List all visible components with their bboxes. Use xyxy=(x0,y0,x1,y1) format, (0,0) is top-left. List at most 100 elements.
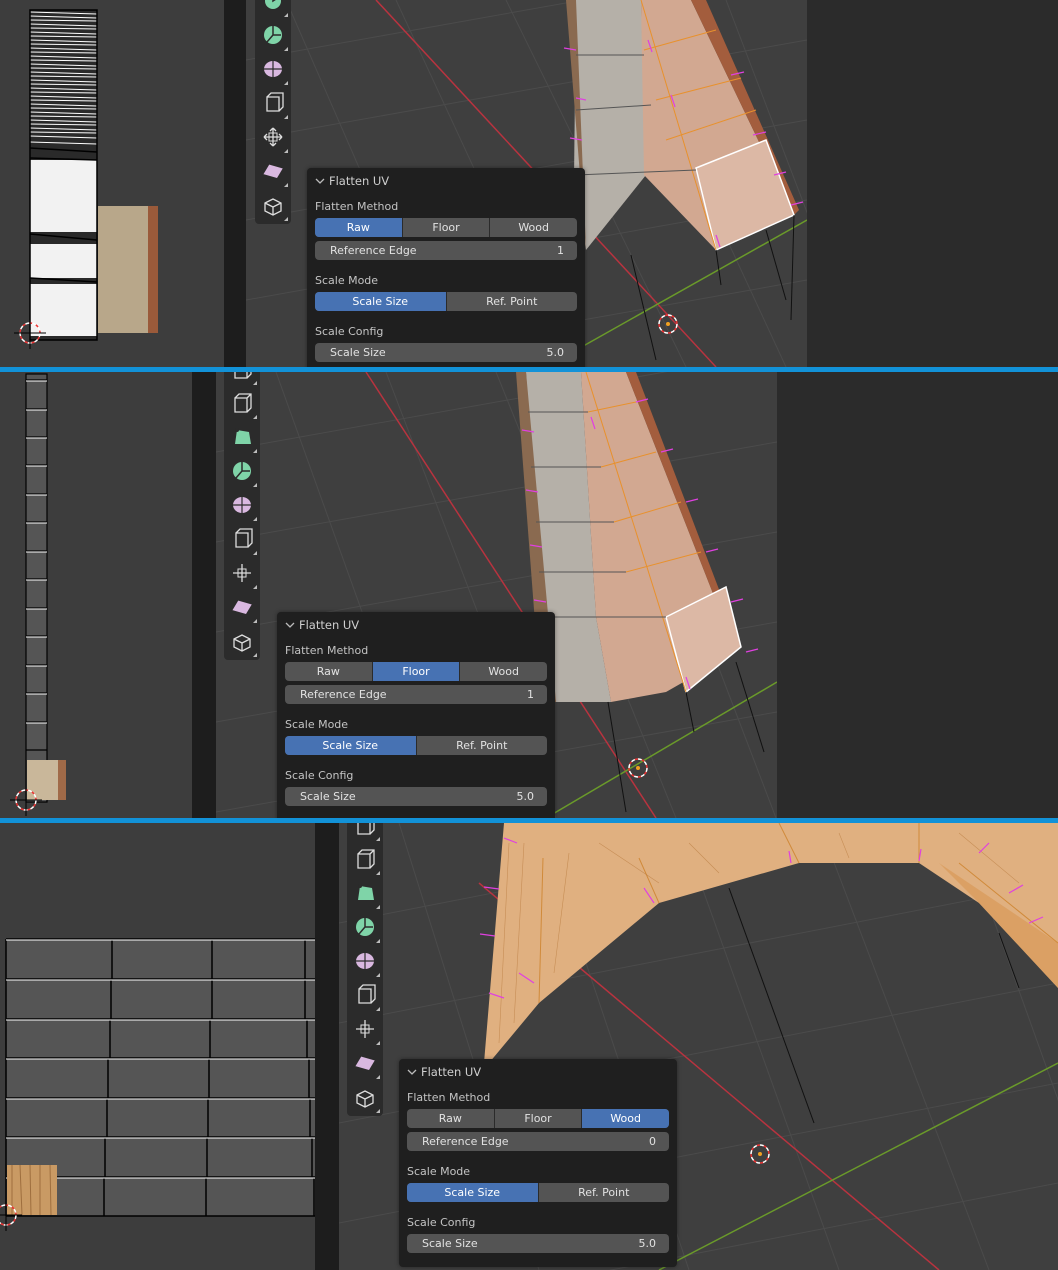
uv-editor[interactable] xyxy=(0,823,315,1270)
toolbar xyxy=(347,823,383,1116)
scale-size-value: 5.0 xyxy=(516,790,535,803)
tool-select-box[interactable] xyxy=(224,388,260,422)
tool-shrink-fatten[interactable] xyxy=(224,490,260,524)
smooth-icon xyxy=(231,460,253,486)
extrude-icon xyxy=(262,194,284,220)
scale-mode-selector: Scale Size Ref. Point xyxy=(407,1183,669,1202)
scale-mode-selector: Scale Size Ref. Point xyxy=(315,292,577,311)
tool-shrink-fatten[interactable] xyxy=(255,54,291,88)
tool-select-box[interactable] xyxy=(347,844,383,878)
scale-size-label: Scale Size xyxy=(422,1237,478,1250)
shear-icon xyxy=(261,160,285,186)
tool-spin[interactable] xyxy=(224,422,260,456)
tool-shear[interactable] xyxy=(347,1048,383,1082)
tool-edge-slide[interactable] xyxy=(255,88,291,122)
flatten-method-floor[interactable]: Floor xyxy=(372,662,461,681)
tool-rip-region[interactable] xyxy=(224,372,260,388)
reference-edge-field[interactable]: Reference Edge 0 xyxy=(407,1132,669,1151)
reference-edge-value: 0 xyxy=(649,1135,656,1148)
select-box-icon xyxy=(354,848,376,874)
flatten-method-selector: Raw Floor Wood xyxy=(285,662,547,681)
reference-edge-field[interactable]: Reference Edge 1 xyxy=(315,241,577,260)
scale-size-field[interactable]: Scale Size 5.0 xyxy=(315,343,577,362)
scale-mode-label: Scale Mode xyxy=(285,718,349,731)
toolbar xyxy=(255,0,291,224)
flatten-method-label: Flatten Method xyxy=(315,200,399,213)
tool-spin[interactable] xyxy=(347,878,383,912)
spin-icon xyxy=(231,426,253,452)
scale-mode-ref-point[interactable]: Ref. Point xyxy=(539,1183,670,1202)
tool-extrude[interactable] xyxy=(347,1082,383,1116)
flatten-method-label: Flatten Method xyxy=(407,1091,491,1104)
panel-header[interactable]: Flatten UV xyxy=(307,168,585,194)
area-divider[interactable] xyxy=(224,0,246,367)
push-pull-icon xyxy=(262,126,284,152)
shear-icon xyxy=(230,596,254,622)
tool-edge-slide[interactable] xyxy=(347,980,383,1014)
flatten-method-floor[interactable]: Floor xyxy=(403,218,491,237)
flatten-method-raw[interactable]: Raw xyxy=(285,662,373,681)
scale-size-label: Scale Size xyxy=(330,346,386,359)
tool-push-pull[interactable] xyxy=(255,122,291,156)
panel-header[interactable]: Flatten UV xyxy=(277,612,555,638)
scale-size-value: 5.0 xyxy=(638,1237,657,1250)
tool-edge-slide[interactable] xyxy=(224,524,260,558)
shrink-fatten-icon xyxy=(354,950,376,976)
uv-layout xyxy=(14,9,158,349)
tool-smooth[interactable] xyxy=(347,912,383,946)
screen-raw: Flatten UV Flatten Method Raw Floor Wood… xyxy=(0,0,1058,367)
edge-slide-icon xyxy=(262,92,284,118)
shrink-fatten-icon xyxy=(231,494,253,520)
panel-title: Flatten UV xyxy=(329,174,390,188)
tool-push-pull[interactable] xyxy=(347,1014,383,1048)
scale-size-field[interactable]: Scale Size 5.0 xyxy=(407,1234,669,1253)
scale-size-field[interactable]: Scale Size 5.0 xyxy=(285,787,547,806)
flatten-uv-panel: Flatten UV Flatten Method Raw Floor Wood… xyxy=(307,168,585,367)
scale-mode-scale-size[interactable]: Scale Size xyxy=(315,292,447,311)
flatten-method-wood[interactable]: Wood xyxy=(490,218,577,237)
area-divider[interactable] xyxy=(192,372,216,818)
tool-shrink-fatten[interactable] xyxy=(347,946,383,980)
chevron-down-icon xyxy=(285,618,295,632)
scale-mode-ref-point[interactable]: Ref. Point xyxy=(447,292,578,311)
uv-editor[interactable] xyxy=(0,372,192,818)
flatten-method-selector: Raw Floor Wood xyxy=(315,218,577,237)
scale-mode-scale-size[interactable]: Scale Size xyxy=(407,1183,539,1202)
reference-edge-label: Reference Edge xyxy=(422,1135,509,1148)
reference-edge-field[interactable]: Reference Edge 1 xyxy=(285,685,547,704)
panel-header[interactable]: Flatten UV xyxy=(399,1059,677,1085)
flatten-uv-panel: Flatten UV Flatten Method Raw Floor Wood… xyxy=(399,1059,677,1267)
tool-extrude[interactable] xyxy=(224,626,260,660)
area-divider[interactable] xyxy=(315,823,339,1270)
uv-editor[interactable] xyxy=(0,0,224,367)
right-area xyxy=(777,372,1058,818)
spin-icon xyxy=(354,882,376,908)
edge-slide-icon xyxy=(354,984,376,1010)
tool-smooth[interactable] xyxy=(255,20,291,54)
scale-size-label: Scale Size xyxy=(300,790,356,803)
tool-rip-region[interactable] xyxy=(347,823,383,844)
tool-push-pull[interactable] xyxy=(224,558,260,592)
select-box-icon xyxy=(231,392,253,418)
edge-slide-icon xyxy=(231,528,253,554)
spin-icon xyxy=(262,0,284,16)
rip-region-icon xyxy=(231,372,253,384)
flatten-method-floor[interactable]: Floor xyxy=(495,1109,583,1128)
flatten-method-wood[interactable]: Wood xyxy=(582,1109,669,1128)
rip-region-icon xyxy=(354,823,376,840)
flatten-method-wood[interactable]: Wood xyxy=(460,662,547,681)
chevron-down-icon xyxy=(407,1065,417,1079)
smooth-icon xyxy=(354,916,376,942)
scale-mode-ref-point[interactable]: Ref. Point xyxy=(417,736,548,755)
scale-mode-scale-size[interactable]: Scale Size xyxy=(285,736,417,755)
screen-wood: Flatten UV Flatten Method Raw Floor Wood… xyxy=(0,823,1058,1270)
tool-smooth[interactable] xyxy=(224,456,260,490)
tool-shear[interactable] xyxy=(224,592,260,626)
flatten-uv-panel: Flatten UV Flatten Method Raw Floor Wood… xyxy=(277,612,555,818)
tool-spin[interactable] xyxy=(255,0,291,20)
tool-extrude[interactable] xyxy=(255,190,291,224)
tool-shear[interactable] xyxy=(255,156,291,190)
flatten-method-raw[interactable]: Raw xyxy=(315,218,403,237)
scale-config-label: Scale Config xyxy=(315,325,384,338)
flatten-method-raw[interactable]: Raw xyxy=(407,1109,495,1128)
